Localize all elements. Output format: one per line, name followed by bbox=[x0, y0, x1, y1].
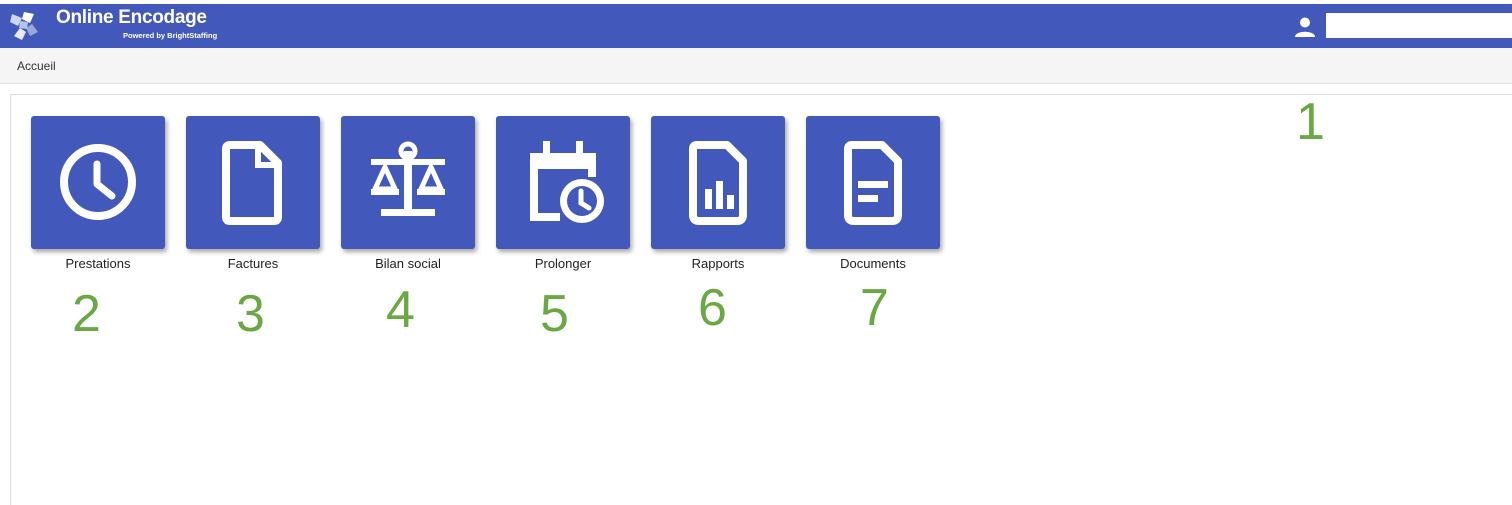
callout-5: 5 bbox=[540, 285, 569, 343]
breadcrumb-bar: Accueil bbox=[0, 48, 1512, 84]
tile-factures[interactable] bbox=[186, 116, 320, 249]
tile-rapports[interactable] bbox=[651, 116, 785, 249]
user-name-field[interactable] bbox=[1326, 13, 1512, 38]
callout-3: 3 bbox=[236, 285, 265, 343]
breadcrumb-home[interactable]: Accueil bbox=[17, 59, 56, 73]
calendar-clock-icon bbox=[530, 141, 604, 223]
brightstaffing-logo-icon[interactable] bbox=[8, 10, 40, 42]
user-icon[interactable] bbox=[1294, 16, 1316, 38]
tile-bilan-social[interactable] bbox=[341, 116, 475, 249]
tile-label-documents: Documents bbox=[840, 256, 906, 271]
document-icon bbox=[222, 141, 282, 225]
balance-scale-icon bbox=[371, 141, 445, 216]
callout-6: 6 bbox=[698, 279, 727, 337]
tile-documents[interactable] bbox=[806, 116, 940, 249]
callout-1: 1 bbox=[1296, 93, 1325, 151]
tile-label-factures: Factures bbox=[227, 256, 279, 271]
powered-by-text: Powered by BrightStaffing bbox=[123, 31, 218, 40]
top-navbar: Online Encodage Powered by BrightStaffin… bbox=[0, 4, 1512, 48]
tile-label-rapports: Rapports bbox=[691, 256, 745, 271]
tile-prestations[interactable] bbox=[31, 116, 165, 249]
callout-7: 7 bbox=[860, 279, 889, 337]
app-title: Online Encodage bbox=[56, 7, 207, 28]
tile-label-bilan-social: Bilan social bbox=[375, 256, 441, 271]
callout-4: 4 bbox=[386, 281, 415, 339]
tile-label-prestations: Prestations bbox=[65, 256, 131, 271]
report-chart-icon bbox=[689, 141, 747, 225]
tile-label-prolonger: Prolonger bbox=[534, 256, 592, 271]
clock-icon bbox=[60, 144, 136, 220]
callout-2: 2 bbox=[72, 285, 101, 343]
tile-prolonger[interactable] bbox=[496, 116, 630, 249]
text-document-icon bbox=[844, 141, 902, 225]
